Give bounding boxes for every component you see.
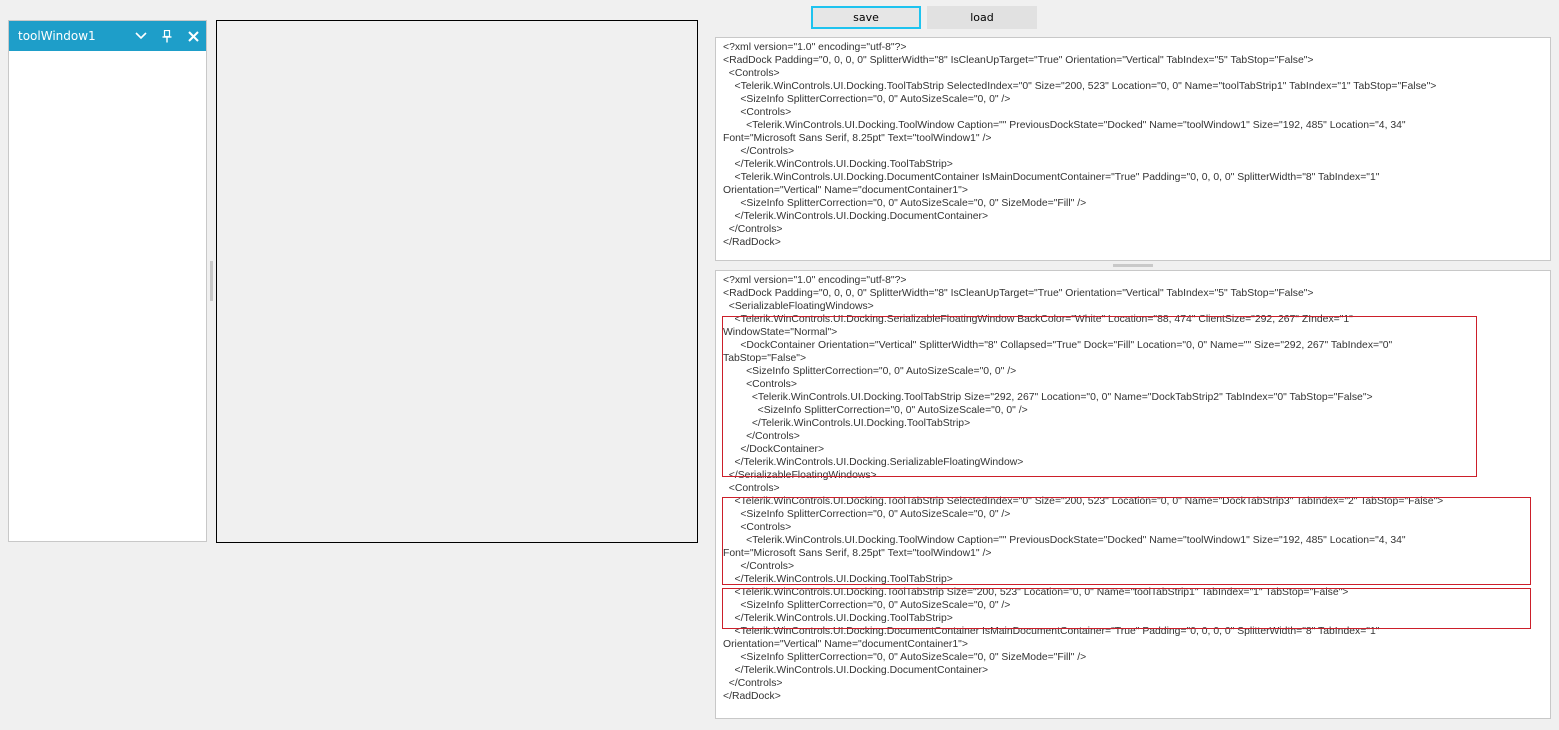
close-icon [187, 30, 199, 42]
chevron-down-icon [135, 32, 147, 40]
xml-line: <?xml version="1.0" encoding="utf-8"?> [723, 42, 907, 53]
xml-line: <?xml version="1.0" encoding="utf-8"?> [723, 275, 907, 286]
tool-window-title: toolWindow1 [18, 29, 96, 43]
xml-line: <Controls> [723, 483, 780, 494]
xml-line: Orientation="Vertical" Name="documentCon… [723, 185, 968, 196]
highlight-dock-tab-strip-3 [722, 497, 1531, 585]
xml-line: <RadDock Padding="0, 0, 0, 0" SplitterWi… [723, 288, 1314, 299]
xml-line: </Telerik.WinControls.UI.Docking.Documen… [723, 211, 989, 222]
pin-icon [162, 29, 172, 42]
save-button[interactable]: save [811, 6, 921, 29]
rad-dock-demo-window: toolWindow1 save load <?xml version="1.0… [0, 0, 1559, 730]
xml-line: <SerializableFloatingWindows> [723, 301, 874, 312]
tool-window-close-button[interactable] [180, 21, 206, 51]
document-container [216, 20, 698, 543]
tool-window-header[interactable]: toolWindow1 [9, 21, 206, 51]
xml-line: </Telerik.WinControls.UI.Docking.ToolTab… [723, 159, 953, 170]
tool-window-dropdown-button[interactable] [128, 21, 154, 51]
xml-line: <Controls> [723, 68, 780, 79]
xml-line: </RadDock> [723, 691, 781, 702]
tool-window-pin-button[interactable] [154, 21, 180, 51]
xml-line: <Telerik.WinControls.UI.Docking.ToolTabS… [723, 81, 1437, 92]
xml-textbox-loaded[interactable]: <?xml version="1.0" encoding="utf-8"?> <R… [715, 270, 1551, 719]
load-button[interactable]: load [927, 6, 1037, 29]
xml-line: <RadDock Padding="0, 0, 0, 0" SplitterWi… [723, 55, 1314, 66]
xml-line: Font="Microsoft Sans Serif, 8.25pt" Text… [723, 133, 992, 144]
xml-line: </RadDock> [723, 237, 781, 248]
xml-line: <SizeInfo SplitterCorrection="0, 0" Auto… [723, 94, 1011, 105]
xml-line: <SizeInfo SplitterCorrection="0, 0" Auto… [723, 198, 1087, 209]
splitter-grip[interactable] [210, 261, 213, 301]
xml-line: </Telerik.WinControls.UI.Docking.Documen… [723, 665, 989, 676]
textbox-splitter-grip[interactable] [1113, 264, 1153, 267]
xml-line: <Telerik.WinControls.UI.Docking.Document… [723, 172, 1380, 183]
xml-line: <Telerik.WinControls.UI.Docking.ToolWind… [723, 120, 1406, 131]
xml-line: </Controls> [723, 146, 795, 157]
xml-line: <Controls> [723, 107, 792, 118]
highlight-floating-windows [722, 316, 1477, 477]
xml-content: <?xml version="1.0" encoding="utf-8"?> <R… [723, 41, 1550, 249]
xml-textbox-saved[interactable]: <?xml version="1.0" encoding="utf-8"?> <R… [715, 37, 1551, 261]
xml-line: <SizeInfo SplitterCorrection="0, 0" Auto… [723, 652, 1087, 663]
xml-line: Orientation="Vertical" Name="documentCon… [723, 639, 968, 650]
dock-splitter[interactable] [207, 20, 216, 542]
highlight-tool-tab-strip-1 [722, 588, 1531, 629]
xml-line: </Controls> [723, 224, 783, 235]
xml-line: </Controls> [723, 678, 783, 689]
tool-window: toolWindow1 [8, 20, 207, 542]
